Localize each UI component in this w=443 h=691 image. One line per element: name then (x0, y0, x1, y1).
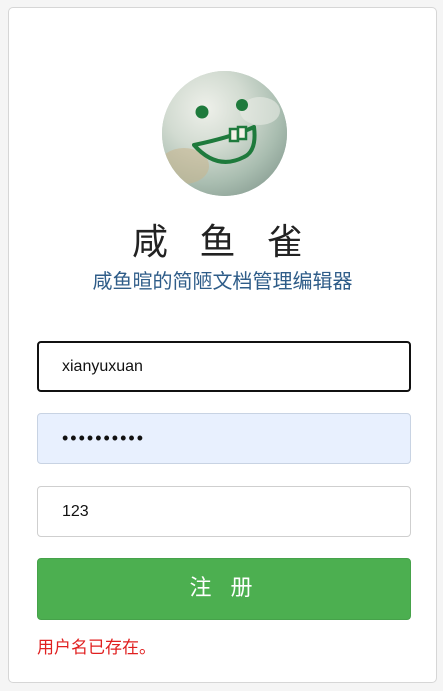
smiley-face-icon (162, 71, 287, 196)
app-title: 咸 鱼 雀 (132, 222, 313, 263)
username-input[interactable] (37, 341, 411, 392)
register-card: 咸 鱼 雀 咸鱼暄的简陋文档管理编辑器 注 册 用户名已存在。 (8, 7, 437, 683)
avatar (162, 71, 287, 196)
error-message: 用户名已存在。 (37, 638, 156, 658)
register-button[interactable]: 注 册 (37, 558, 411, 620)
app-subtitle: 咸鱼暄的简陋文档管理编辑器 (92, 269, 353, 293)
third-input[interactable] (37, 486, 411, 537)
password-input[interactable] (37, 413, 411, 464)
